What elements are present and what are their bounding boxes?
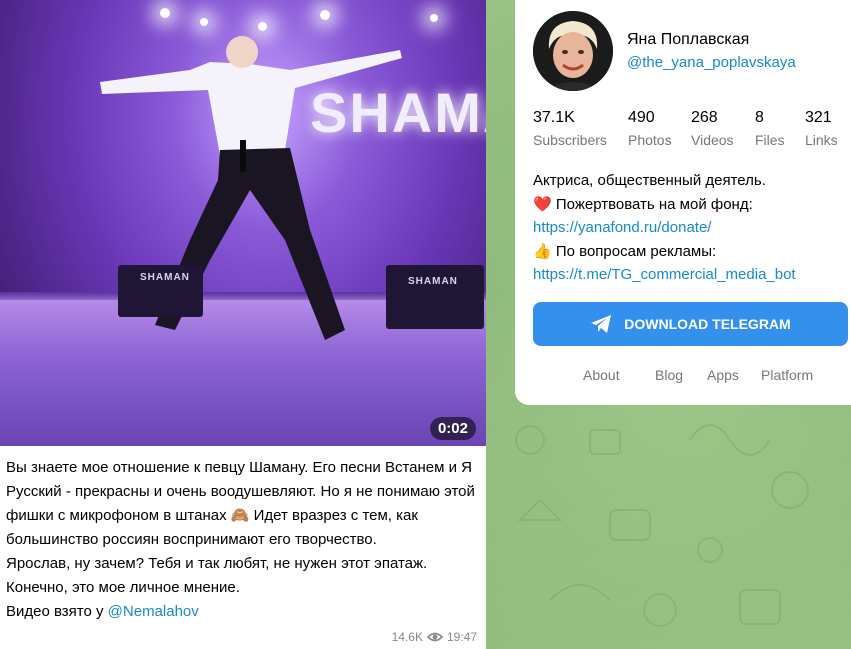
stat-label: Photos: [628, 132, 672, 148]
stage-light: [320, 10, 330, 20]
stat-label: Subscribers: [533, 132, 607, 148]
source-prefix: Видео взято у: [6, 603, 108, 620]
heart-emoji-icon: ❤️: [533, 195, 552, 213]
speaker-label: SHAMAN: [140, 272, 190, 283]
footer-link-about[interactable]: About: [583, 367, 655, 383]
channel-stats: 37.1K Subscribers 490 Photos 268 Videos …: [533, 109, 850, 148]
description-line: https://yanafond.ru/donate/: [533, 216, 843, 240]
channel-description: Актриса, общественный деятель. ❤️ Пожерт…: [533, 169, 843, 287]
stage-light: [430, 14, 438, 22]
footer-link-blog[interactable]: Blog: [655, 367, 707, 383]
stat-value: 8: [755, 109, 764, 126]
description-line: 👍 По вопросам рекламы:: [533, 240, 843, 264]
post-paragraph: Конечно, это мое личное мнение.: [6, 579, 240, 596]
footer-link-platform[interactable]: Platform: [761, 367, 813, 383]
footer-link-apps[interactable]: Apps: [707, 367, 761, 383]
channel-name: Яна Поплавская: [627, 31, 750, 48]
video-duration-badge: 0:02: [429, 417, 476, 440]
ads-text: По вопросам рекламы:: [555, 242, 717, 260]
donate-link[interactable]: https://yanafond.ru/donate/: [533, 219, 711, 236]
donate-text: Пожертвовать на мой фонд:: [555, 195, 753, 213]
post-time: 19:47: [446, 630, 477, 644]
post-source: Видео взято у @Nemalahov: [6, 600, 480, 624]
telegram-plane-icon: [591, 315, 612, 333]
stat-value: 321: [805, 109, 832, 126]
description-line: https://t.me/TG_commercial_media_bot: [533, 263, 843, 287]
thumbs-up-emoji-icon: 👍: [533, 242, 552, 260]
avatar[interactable]: [533, 11, 613, 91]
stage-light: [200, 18, 208, 26]
stat-subscribers[interactable]: 37.1K Subscribers: [533, 109, 628, 148]
background-doodle-pattern: [515, 424, 809, 627]
stat-label: Videos: [691, 132, 734, 148]
ads-link[interactable]: https://t.me/TG_commercial_media_bot: [533, 266, 796, 283]
channel-post: SHAMAN SHAMAN SHAMAN 0:02 Вы знаете мое …: [0, 0, 486, 649]
description-line: Актриса, общественный деятель.: [533, 172, 766, 189]
eye-icon: [426, 632, 443, 642]
channel-handle[interactable]: @the_yana_poplavskaya: [627, 54, 796, 71]
download-telegram-button[interactable]: DOWNLOAD TELEGRAM: [533, 302, 848, 346]
post-meta: 14.6K 19:47: [392, 630, 477, 644]
stage-speaker: [386, 265, 484, 329]
video-player[interactable]: SHAMAN SHAMAN SHAMAN 0:02: [0, 0, 486, 446]
description-line: ❤️ Пожертвовать на мой фонд:: [533, 193, 843, 217]
stat-value: 490: [628, 109, 655, 126]
stat-links[interactable]: 321 Links: [805, 109, 850, 148]
footer-links: About Blog Apps Platform: [583, 367, 813, 383]
download-button-label: DOWNLOAD TELEGRAM: [624, 316, 791, 332]
stat-videos[interactable]: 268 Videos: [691, 109, 755, 148]
speaker-label: SHAMAN: [408, 276, 458, 287]
post-paragraph: Ярослав, ну зачем? Тебя и так любят, не …: [6, 555, 428, 572]
source-link[interactable]: @Nemalahov: [108, 603, 199, 620]
stage-light: [160, 8, 170, 18]
stat-value: 268: [691, 109, 718, 126]
avatar-image: [533, 11, 613, 91]
stat-files[interactable]: 8 Files: [755, 109, 805, 148]
stat-value: 37.1K: [533, 109, 575, 126]
views-count: 14.6K: [391, 630, 423, 644]
stat-label: Links: [805, 132, 838, 148]
stat-label: Files: [755, 132, 785, 148]
post-paragraph: Вы знаете мое отношение к певцу Шаману. …: [6, 459, 475, 548]
post-text: Вы знаете мое отношение к певцу Шаману. …: [6, 456, 480, 624]
stat-photos[interactable]: 490 Photos: [628, 109, 691, 148]
